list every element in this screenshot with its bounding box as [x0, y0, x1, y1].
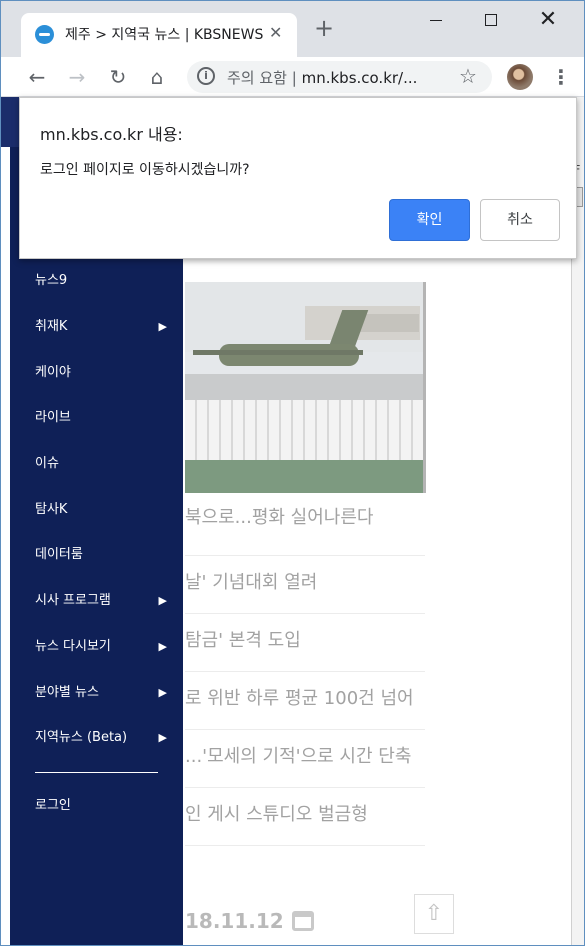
article-headline[interactable]: 북으로...평화 실어나른다	[185, 497, 425, 539]
sidebar-item-issue[interactable]: 이슈	[35, 449, 167, 479]
bookmark-star-icon[interactable]: ☆	[459, 64, 477, 88]
sidebar-login-label: 로그인	[35, 798, 71, 813]
browser-window: 제주 > 지역국 뉴스 | KBSNEWS ✕ + ✕ ← → ↻ ⌂ i 주의…	[0, 0, 585, 946]
calendar-icon[interactable]	[291, 911, 314, 931]
article-headline[interactable]: 탐금' 본격 도입	[185, 620, 425, 662]
address-text: 주의 요함 | mn.kbs.co.kr/...	[227, 67, 417, 88]
dialog-title: mn.kbs.co.kr 내용:	[40, 125, 183, 144]
sidebar-item-keiya[interactable]: 케이야	[35, 358, 167, 388]
date-text: 18.11.12	[185, 909, 284, 933]
address-security-label: 주의 요함	[227, 69, 287, 87]
sidebar-item-dataroom[interactable]: 데이터룸	[35, 540, 167, 570]
article-headline[interactable]: 로 위반 하루 평균 100건 넘어	[185, 678, 425, 720]
kbs-favicon-icon	[35, 25, 54, 44]
sidebar-login-link[interactable]: 로그인	[35, 791, 167, 821]
sidebar-item-label: 지역뉴스 (Beta)	[35, 730, 128, 745]
article-divider	[185, 729, 425, 730]
info-icon[interactable]: i	[197, 67, 215, 85]
tab-title: 제주 > 지역국 뉴스 | KBSNEWS	[65, 27, 264, 43]
back-arrow-icon[interactable]: ←	[23, 63, 51, 91]
minimize-icon	[430, 19, 442, 21]
sidebar-item-label: 취재K	[35, 319, 68, 334]
address-url: mn.kbs.co.kr/...	[301, 69, 418, 87]
browser-menu-icon[interactable]: ⋮	[551, 63, 571, 91]
sidebar-item-news-replay[interactable]: 뉴스 다시보기 ▶	[35, 632, 167, 662]
submenu-arrow-icon: ▶	[158, 594, 167, 607]
profile-avatar[interactable]	[507, 64, 533, 90]
sidebar-item-label: 케이야	[35, 365, 71, 380]
window-close-button[interactable]: ✕	[528, 7, 568, 33]
address-bar[interactable]: i 주의 요함 | mn.kbs.co.kr/... ☆	[187, 61, 492, 93]
confirm-cancel-button[interactable]: 취소	[480, 199, 560, 241]
sidebar-item-label: 라이브	[35, 410, 71, 425]
sidebar-item-label: 데이터룸	[35, 547, 83, 562]
confirm-ok-button[interactable]: 확인	[389, 199, 470, 241]
address-separator: |	[291, 69, 297, 87]
sidebar-divider	[35, 772, 158, 773]
article-divider	[185, 787, 425, 788]
article-divider	[185, 613, 425, 614]
browser-toolbar: ← → ↻ ⌂ i 주의 요함 | mn.kbs.co.kr/... ☆ ⋮	[1, 57, 584, 97]
sidebar-item-label: 뉴스 다시보기	[35, 639, 111, 654]
article-divider	[185, 555, 425, 556]
sidebar-item-chuijae-k[interactable]: 취재K ▶	[35, 312, 167, 342]
submenu-arrow-icon: ▶	[158, 320, 167, 333]
sidebar-item-label: 탐사K	[35, 502, 68, 517]
sidebar-menu: 뉴스9 취재K ▶ 케이야 라이브 이슈 탐사K 데이터룸 시사 프로그램 ▶ 뉴스…	[10, 147, 183, 945]
sidebar-item-label: 이슈	[35, 456, 59, 471]
sidebar-item-live[interactable]: 라이브	[35, 403, 167, 433]
scroll-top-button[interactable]: ⇧	[414, 894, 454, 934]
sidebar-item-current-affairs[interactable]: 시사 프로그램 ▶	[35, 586, 167, 616]
submenu-arrow-icon: ▶	[158, 640, 167, 653]
maximize-icon	[485, 14, 497, 26]
window-minimize-button[interactable]	[416, 7, 456, 33]
sidebar-item-label: 뉴스9	[35, 273, 68, 288]
date-picker[interactable]: 18.11.12	[185, 909, 314, 933]
sidebar-item-label: 분야별 뉴스	[35, 685, 99, 700]
window-maximize-button[interactable]	[471, 7, 511, 33]
article-divider	[185, 845, 425, 846]
tab-close-icon[interactable]: ✕	[269, 23, 282, 42]
article-divider	[185, 671, 425, 672]
submenu-arrow-icon: ▶	[158, 686, 167, 699]
article-headline[interactable]: 인 게시 스튜디오 벌금형	[185, 794, 425, 836]
article-headline[interactable]: ...'모세의 기적'으로 시간 단축	[185, 736, 425, 778]
submenu-arrow-icon: ▶	[158, 731, 167, 744]
confirm-dialog: mn.kbs.co.kr 내용: 로그인 페이지로 이동하시겠습니까? 확인 취…	[19, 97, 577, 259]
forward-arrow-icon[interactable]: →	[63, 63, 91, 91]
dialog-message: 로그인 페이지로 이동하시겠습니까?	[40, 162, 250, 178]
sidebar-item-news-by-field[interactable]: 분야별 뉴스 ▶	[35, 678, 167, 708]
sidebar-item-tamsa-k[interactable]: 탐사K	[35, 495, 167, 525]
tab-strip: 제주 > 지역국 뉴스 | KBSNEWS ✕ + ✕	[1, 1, 584, 57]
new-tab-button[interactable]: +	[314, 16, 334, 40]
sidebar-item-local-news[interactable]: 지역뉴스 (Beta) ▶	[35, 723, 167, 753]
home-icon[interactable]: ⌂	[143, 63, 171, 91]
sidebar-item-news9[interactable]: 뉴스9	[35, 266, 167, 296]
browser-tab[interactable]: 제주 > 지역국 뉴스 | KBSNEWS ✕	[21, 13, 297, 57]
sidebar-item-label: 시사 프로그램	[35, 593, 111, 608]
reload-icon[interactable]: ↻	[104, 63, 132, 91]
article-hero-image[interactable]	[185, 282, 426, 493]
article-headline[interactable]: 날' 기념대회 열려	[185, 562, 425, 604]
